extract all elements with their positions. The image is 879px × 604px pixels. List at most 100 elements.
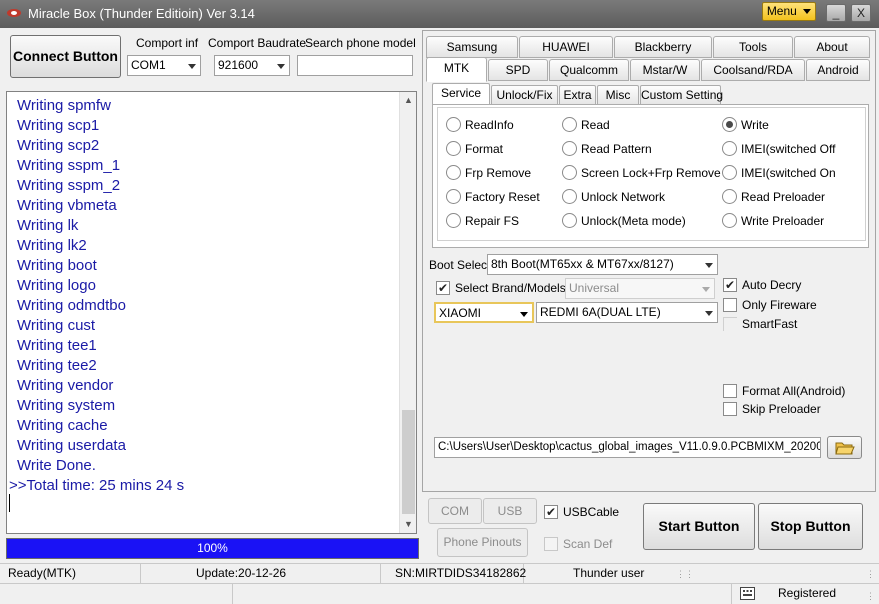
checkbox-empty-icon [723,384,737,398]
chevron-down-icon [520,312,528,317]
tab-mtk[interactable]: MTK [426,57,487,82]
chevron-down-icon [702,287,710,292]
tab-android[interactable]: Android [806,59,870,81]
radio-dot-icon [722,213,737,228]
radio-label: Frp Remove [465,166,532,180]
log-line: Writing userdata [17,437,126,454]
radio-label: Write [741,118,769,132]
radio-label: Repair FS [465,214,520,228]
radio-label: IMEI(switched On [741,166,836,180]
start-button[interactable]: Start Button [643,503,755,550]
log-output[interactable]: Writing spmfw Writing scp1 Writing scp2 Wri… [6,91,417,534]
status-empty-1 [0,584,233,604]
subtab-service[interactable]: Service [432,83,490,105]
stop-button[interactable]: Stop Button [758,503,863,550]
radio-dot-icon [722,189,737,204]
scan-def-label: Scan Def [563,537,613,551]
tab-huawei[interactable]: HUAWEI [519,36,613,58]
subtab-unlock-fix[interactable]: Unlock/Fix [491,85,558,105]
search-phone-label: Search phone model [305,36,416,50]
scroll-thumb[interactable] [402,410,415,514]
baudrate-value: 921600 [218,58,259,72]
radio-label: Read Pattern [581,142,652,156]
search-phone-input[interactable] [297,55,413,76]
tab-qualcomm[interactable]: Qualcomm [549,59,629,81]
comport-select[interactable]: COM1 [127,55,201,76]
baudrate-select[interactable]: 921600 [214,55,290,76]
browse-button[interactable] [827,436,862,459]
status-serial: SN:MIRTDIDS34182862 [381,564,526,583]
radio-label: Format [465,142,504,156]
menu-button[interactable]: Menu [762,2,816,21]
status-empty-2 [233,584,732,604]
radio-dot-icon [562,165,577,180]
scroll-up-icon[interactable]: ▲ [400,92,416,109]
radio-label: Unlock Network [581,190,666,204]
radio-dot-icon [722,141,737,156]
phone-pinouts-button[interactable]: Phone Pinouts [437,528,528,557]
comport-label: Comport inf [136,36,199,50]
format-all-label: Format All(Android) [742,384,846,398]
only-fireware-label: Only Fireware [742,298,817,312]
radio-label: Unlock(Meta mode) [581,214,686,228]
chevron-down-icon [277,64,285,69]
scroll-down-icon[interactable]: ▼ [400,516,416,533]
close-button[interactable]: X [851,4,871,22]
radio-dot-icon [722,165,737,180]
radio-dot-icon [562,213,577,228]
boot-select-value: 8th Boot(MT65xx & MT67xx/8127) [491,257,674,271]
universal-select[interactable]: Universal [565,278,715,299]
brand-select[interactable]: XIAOMI [434,302,534,323]
model-select[interactable]: REDMI 6A(DUAL LTE) [536,302,718,323]
resize-grip-icon: ⋮⋮ [866,569,879,579]
tab-mstar[interactable]: Mstar/W [630,59,700,81]
connect-button[interactable]: Connect Button [10,35,121,78]
usb-scan-button[interactable]: USB Scan [483,498,537,542]
usb-cable-label: USBCable [563,505,620,519]
log-line: Writing sspm_1 [17,157,121,174]
status-registered: Registered [778,586,837,600]
menu-dropdown-icon [803,9,812,15]
checkbox-empty-icon [544,537,558,551]
log-line: Writing vendor [17,377,114,394]
chevron-down-icon [705,263,713,268]
log-scrollbar[interactable]: ▲ ▼ [399,92,416,533]
log-line: Writing vbmeta [17,197,117,214]
tab-tools[interactable]: Tools [713,36,793,58]
radio-label: Factory Reset [465,190,540,204]
resize-grip-icon: ⋮⋮ [676,569,694,579]
file-path-input[interactable]: C:\Users\User\Desktop\cactus_global_imag… [434,437,821,458]
close-icon: X [856,6,865,20]
tab-blackberry[interactable]: Blackberry [614,36,712,58]
radio-dot-icon [562,117,577,132]
radio-dot-icon [446,213,461,228]
subtab-misc[interactable]: Misc [597,85,639,105]
log-line: Writing tee1 [17,337,97,354]
checkbox-empty-icon [723,298,737,312]
progress-bar: 100% [6,538,419,559]
boot-select[interactable]: 8th Boot(MT65xx & MT67xx/8127) [487,254,718,275]
brand-value: XIAOMI [439,306,482,320]
tab-samsung[interactable]: Samsung [426,36,518,58]
radio-label: Read Preloader [741,190,826,204]
baudrate-label: Comport Baudrate [208,36,307,50]
log-line: Writing lk2 [17,237,87,254]
chevron-down-icon [705,311,713,316]
status-bar: Ready(MTK) Update:20-12-26 SN:MIRTDIDS34… [0,563,879,583]
radio-dot-icon [446,189,461,204]
subtab-custom-setting[interactable]: Custom Setting [640,85,723,105]
tab-spd[interactable]: SPD [488,59,548,81]
checkmark-icon: ✔ [723,278,737,292]
minimize-button[interactable]: _ [826,4,846,22]
com-scan-button[interactable]: COM Scan [428,498,482,542]
radio-label: IMEI(switched Off [741,142,836,156]
checkbox-empty-icon [723,317,737,331]
radio-dot-icon [722,117,737,132]
log-line: Writing scp1 [17,117,100,134]
radio-dot-icon [446,117,461,132]
tab-coolsand[interactable]: Coolsand/RDA [701,59,805,81]
tab-about[interactable]: About [794,36,870,58]
model-value: REDMI 6A(DUAL LTE) [540,305,661,319]
subtab-extra[interactable]: Extra [559,85,596,105]
smart-fast-label: SmartFast [742,317,798,331]
